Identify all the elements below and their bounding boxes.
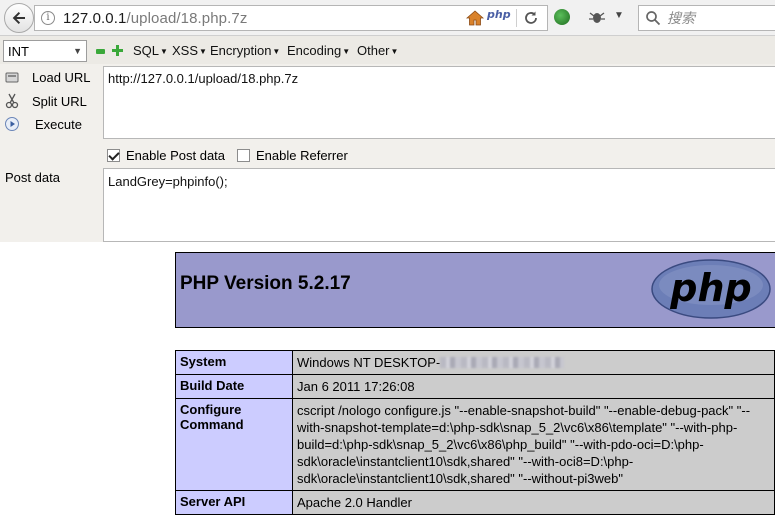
- home-icon[interactable]: [466, 10, 484, 26]
- split-url-label: Split URL: [32, 93, 87, 109]
- search-bar[interactable]: 搜索: [638, 5, 775, 31]
- row-value: Jan 6 2011 17:26:08: [292, 374, 775, 399]
- int-select-value: INT: [8, 43, 29, 59]
- search-placeholder: 搜索: [667, 10, 695, 26]
- menu-other-label: Other: [357, 43, 390, 58]
- row-value: Apache 2.0 Handler: [292, 490, 775, 515]
- menu-encryption-label: Encryption: [210, 43, 272, 58]
- menu-encoding[interactable]: Encoding▼: [287, 43, 350, 58]
- row-value: cscript /nologo configure.js "--enable-s…: [292, 398, 775, 491]
- row-key: Build Date: [175, 374, 293, 399]
- row-value: Windows NT DESKTOP-: [292, 350, 775, 375]
- php-logo-icon: php: [651, 259, 771, 319]
- execute-label: Execute: [35, 116, 82, 132]
- address-bar[interactable]: i 127.0.0.1/upload/18.php.7z php: [34, 5, 548, 31]
- menu-encryption[interactable]: Encryption▼: [210, 43, 280, 58]
- chevron-down-icon: ▼: [199, 47, 207, 56]
- row-key: System: [175, 350, 293, 375]
- menu-encoding-label: Encoding: [287, 43, 342, 58]
- int-select[interactable]: INT ▼: [3, 40, 87, 62]
- enable-post-checkbox[interactable]: Enable Post data: [107, 147, 225, 163]
- load-url-label: Load URL: [32, 69, 91, 85]
- execute-button[interactable]: Execute: [0, 113, 82, 135]
- post-data-label: Post data: [5, 170, 60, 185]
- url-host: 127.0.0.1: [63, 9, 127, 27]
- chevron-down-icon[interactable]: ▼: [614, 10, 624, 21]
- extension-shield-icon[interactable]: [554, 9, 570, 25]
- table-row: System Windows NT DESKTOP-: [175, 350, 775, 375]
- table-row: Configure Command cscript /nologo config…: [175, 398, 775, 491]
- url-textarea[interactable]: http://127.0.0.1/upload/18.php.7z: [103, 66, 775, 139]
- bug-icon[interactable]: [588, 10, 606, 24]
- chevron-down-icon: ▼: [160, 47, 168, 56]
- menu-xss[interactable]: XSS▼: [172, 43, 207, 58]
- system-value: Windows NT DESKTOP-: [297, 355, 441, 370]
- info-icon[interactable]: i: [41, 11, 55, 25]
- url-path: /upload/18.php.7z: [126, 9, 248, 27]
- load-url-icon: [5, 72, 19, 83]
- enable-post-label: Enable Post data: [126, 147, 226, 163]
- menu-sql-label: SQL: [133, 43, 160, 58]
- enable-referrer-check[interactable]: [237, 148, 250, 162]
- row-key: Configure Command: [175, 398, 293, 491]
- enable-referrer-label: Enable Referrer: [256, 147, 348, 163]
- scissors-icon: [5, 93, 19, 109]
- post-data-textarea[interactable]: LandGrey=phpinfo();: [103, 168, 775, 242]
- menu-other[interactable]: Other▼: [357, 43, 398, 58]
- table-row: Server API Apache 2.0 Handler: [175, 490, 775, 515]
- chevron-down-icon: ▼: [272, 47, 281, 56]
- redacted-hostname: [440, 357, 565, 368]
- arrow-left-icon: [12, 12, 25, 24]
- browser-toolbar: i 127.0.0.1/upload/18.php.7z php ▼ 搜索: [0, 0, 775, 36]
- chevron-down-icon: ▼: [390, 47, 399, 56]
- plus-icon[interactable]: [112, 45, 123, 56]
- split-url-button[interactable]: Split URL: [0, 90, 87, 112]
- enable-post-check[interactable]: [107, 148, 120, 162]
- load-url-button[interactable]: Load URL: [0, 66, 91, 88]
- search-icon: [646, 11, 661, 26]
- row-key: Server API: [175, 490, 293, 515]
- urlbar-separator: [516, 9, 517, 27]
- phpinfo-header: PHP Version 5.2.17 php: [175, 252, 775, 328]
- back-button[interactable]: [4, 3, 34, 33]
- phpinfo-table: System Windows NT DESKTOP- Build Date Ja…: [175, 350, 775, 515]
- php-version-title: PHP Version 5.2.17: [180, 273, 351, 294]
- menu-sql[interactable]: SQL▼: [133, 43, 168, 58]
- enable-referrer-checkbox[interactable]: Enable Referrer: [237, 147, 348, 163]
- minus-icon[interactable]: [96, 49, 105, 54]
- table-row: Build Date Jan 6 2011 17:26:08: [175, 374, 775, 399]
- reload-icon[interactable]: [522, 9, 540, 27]
- address-text[interactable]: 127.0.0.1/upload/18.php.7z: [63, 10, 247, 27]
- hackbar-toolbar: INT ▼ SQL▼ XSS▼ Encryption▼ Encoding▼ Ot…: [0, 36, 775, 64]
- php-logo-text: php: [669, 266, 751, 310]
- php-extension-icon[interactable]: php: [487, 8, 511, 26]
- hackbar-panel: Load URL Split URL Execute http://127.0.…: [0, 64, 775, 242]
- chevron-down-icon: ▼: [342, 47, 351, 56]
- menu-xss-label: XSS: [172, 43, 199, 58]
- play-icon: [5, 117, 19, 131]
- chevron-down-icon: ▼: [73, 46, 82, 56]
